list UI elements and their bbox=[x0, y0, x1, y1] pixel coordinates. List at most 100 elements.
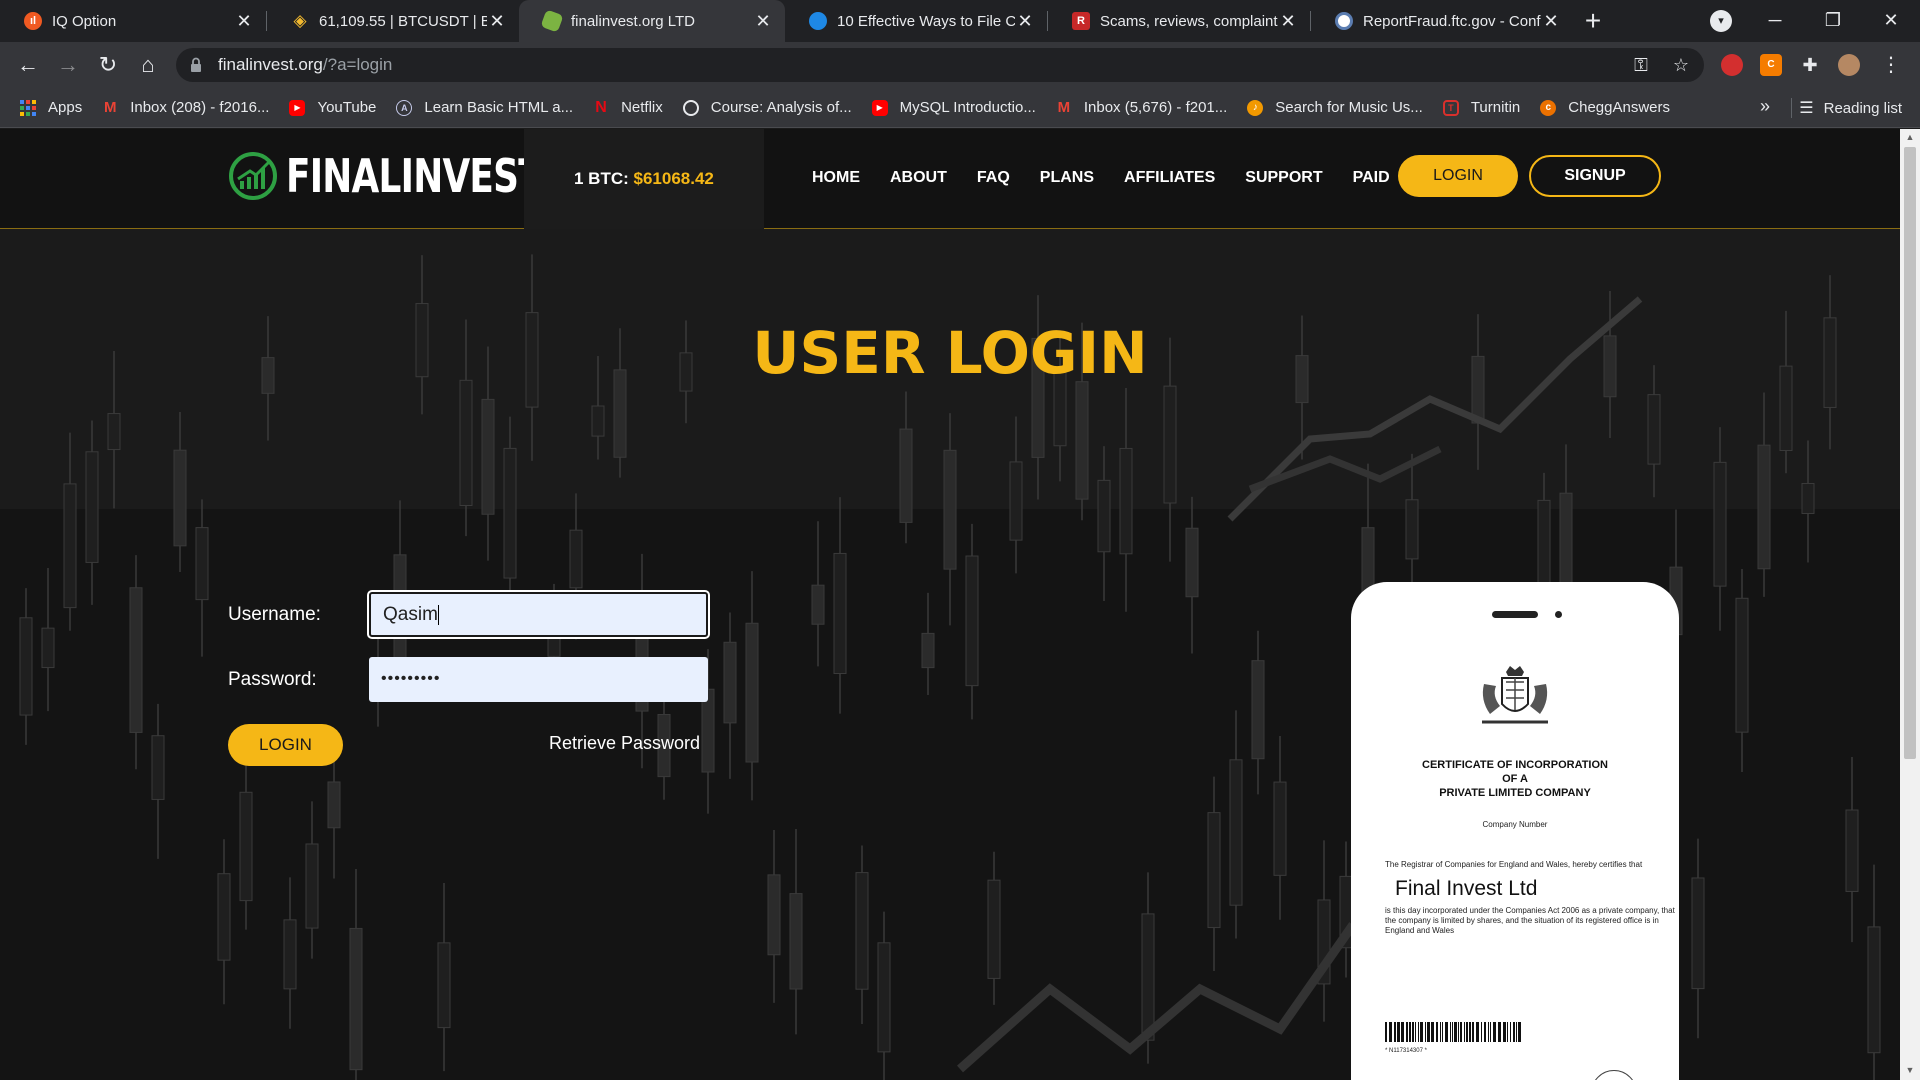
star-bookmark-icon[interactable]: ☆ bbox=[1670, 54, 1692, 76]
password-input[interactable]: ••••••••• bbox=[369, 657, 708, 702]
bookmark-netflix[interactable]: N Netflix bbox=[593, 98, 663, 117]
retrieve-password-link[interactable]: Retrieve Password bbox=[549, 733, 700, 754]
scroll-down-arrow-icon[interactable]: ▼ bbox=[1905, 1065, 1915, 1075]
bookmark-chegg[interactable]: c CheggAnswers bbox=[1540, 99, 1670, 116]
btc-price: $61068.42 bbox=[633, 169, 714, 188]
certificate-title-line: PRIVATE LIMITED COMPANY bbox=[1439, 787, 1591, 799]
new-tab-plus-icon[interactable]: + bbox=[1573, 0, 1613, 42]
close-icon[interactable]: ✕ bbox=[234, 11, 254, 31]
url-text: finalinvest.org/?a=login bbox=[218, 55, 393, 74]
menu-paid[interactable]: PAID bbox=[1353, 169, 1390, 187]
cloud-icon bbox=[809, 12, 827, 30]
a-logo-icon: A bbox=[396, 99, 413, 116]
gmail-icon: M bbox=[1057, 99, 1071, 116]
window-close-icon[interactable]: ✕ bbox=[1862, 0, 1920, 42]
scrollbar-thumb[interactable] bbox=[1904, 147, 1916, 759]
close-icon[interactable]: ✕ bbox=[753, 11, 773, 31]
browser-toolbar: ← → ↻ ⌂ finalinvest.org/?a=login ⚿ ☆ C ✚… bbox=[0, 42, 1920, 88]
official-seal-icon bbox=[1591, 1070, 1637, 1080]
key-icon[interactable]: ⚿ bbox=[1630, 54, 1652, 76]
text-caret bbox=[437, 604, 439, 625]
certificate-title-line: CERTIFICATE OF INCORPORATION bbox=[1422, 759, 1608, 771]
bookmark-turnitin[interactable]: T Turnitin bbox=[1442, 99, 1520, 116]
header-login-button[interactable]: LOGIN bbox=[1398, 155, 1518, 197]
tab-title: IQ Option bbox=[52, 12, 117, 30]
menu-home[interactable]: HOME bbox=[812, 169, 860, 187]
extension-orange-icon[interactable]: C bbox=[1760, 54, 1782, 76]
bookmark-apps[interactable]: Apps bbox=[20, 99, 82, 116]
bookmark-label: CheggAnswers bbox=[1568, 99, 1670, 116]
iq-option-icon: ıl bbox=[24, 12, 42, 30]
netflix-icon: N bbox=[595, 98, 607, 116]
minimize-icon[interactable]: ─ bbox=[1746, 0, 1804, 42]
header-signup-button[interactable]: SIGNUP bbox=[1529, 155, 1661, 197]
kebab-menu-icon[interactable]: ⋮ bbox=[1880, 54, 1902, 76]
bookmark-label: Inbox (208) - f2016... bbox=[130, 99, 270, 116]
bookmarks-bar: Apps M Inbox (208) - f2016... ▶ YouTube AL… bbox=[0, 88, 1920, 128]
vertical-scrollbar[interactable]: ▲ ▼ bbox=[1900, 129, 1920, 1080]
certificate-title-line: OF A bbox=[1502, 773, 1528, 785]
chevron-double-right-icon[interactable]: » bbox=[1760, 96, 1770, 117]
tab-iq-option[interactable]: ıl IQ Option ✕ bbox=[0, 0, 266, 42]
close-icon[interactable]: ✕ bbox=[1278, 11, 1298, 31]
reading-list-icon: ☰ bbox=[1799, 100, 1814, 117]
bookmark-label: Search for Music Us... bbox=[1275, 99, 1423, 116]
close-icon[interactable]: ✕ bbox=[1015, 11, 1035, 31]
username-label: Username: bbox=[228, 604, 321, 625]
registrar-text: The Registrar of Companies for England a… bbox=[1385, 860, 1643, 869]
tab-binance[interactable]: ◈ 61,109.55 | BTCUSDT | Binance ✕ bbox=[267, 0, 519, 42]
tab-finalinvest[interactable]: finalinvest.org LTD ✕ bbox=[519, 0, 785, 42]
tab-complaints[interactable]: 10 Effective Ways to File Complaints ✕ bbox=[785, 0, 1047, 42]
bookmark-music[interactable]: ♪ Search for Music Us... bbox=[1247, 99, 1423, 116]
close-icon[interactable]: ✕ bbox=[1541, 11, 1561, 31]
bookmark-label: Inbox (5,676) - f201... bbox=[1083, 99, 1228, 116]
browser-tab-bar: ıl IQ Option ✕ ◈ 61,109.55 | BTCUSDT | B… bbox=[0, 0, 1920, 42]
address-bar[interactable]: finalinvest.org/?a=login ⚿ ☆ bbox=[176, 48, 1704, 82]
bookmark-mysql[interactable]: ▶ MySQL Introductio... bbox=[871, 99, 1036, 116]
menu-about[interactable]: ABOUT bbox=[890, 169, 947, 187]
password-value: ••••••••• bbox=[381, 670, 441, 687]
forward-arrow-icon[interactable]: → bbox=[54, 51, 82, 79]
tab-title: Scams, reviews, complaints, lawsuits bbox=[1100, 12, 1278, 30]
reload-icon[interactable]: ↻ bbox=[94, 51, 122, 79]
close-icon[interactable]: ✕ bbox=[487, 11, 507, 31]
home-icon[interactable]: ⌂ bbox=[134, 51, 162, 79]
bookmark-label: Learn Basic HTML a... bbox=[424, 99, 574, 116]
tab-title: ReportFraud.ftc.gov - Confirmation bbox=[1363, 12, 1541, 30]
bookmark-course[interactable]: Course: Analysis of... bbox=[682, 99, 852, 116]
btc-label: 1 BTC: bbox=[574, 169, 629, 188]
bookmark-inbox-1[interactable]: M Inbox (208) - f2016... bbox=[102, 99, 270, 116]
tab-scams[interactable]: R Scams, reviews, complaints, lawsuits ✕ bbox=[1048, 0, 1310, 42]
lock-icon bbox=[191, 57, 201, 72]
phone-speaker bbox=[1492, 611, 1538, 618]
logo-text: FINALINVEST bbox=[286, 149, 543, 203]
back-arrow-icon[interactable]: ← bbox=[14, 51, 42, 79]
scroll-up-arrow-icon[interactable]: ▲ bbox=[1905, 132, 1915, 142]
profile-avatar[interactable] bbox=[1838, 54, 1860, 76]
company-number-label: Company Number bbox=[1482, 820, 1548, 829]
bookmark-youtube[interactable]: ▶ YouTube bbox=[289, 99, 376, 116]
reading-list-label: Reading list bbox=[1823, 99, 1902, 117]
username-value: Qasim bbox=[383, 604, 438, 625]
menu-support[interactable]: SUPPORT bbox=[1245, 169, 1322, 187]
username-input[interactable]: Qasim bbox=[367, 590, 710, 639]
extension-red-icon[interactable] bbox=[1721, 54, 1743, 76]
menu-faq[interactable]: FAQ bbox=[977, 169, 1010, 187]
extensions-puzzle-icon[interactable]: ✚ bbox=[1799, 54, 1821, 76]
youtube-icon: ▶ bbox=[289, 99, 306, 116]
bookmark-inbox-2[interactable]: M Inbox (5,676) - f201... bbox=[1056, 99, 1228, 116]
growth-chart-logo-icon bbox=[229, 152, 277, 200]
tab-search-chevron-icon[interactable]: ▾ bbox=[1710, 10, 1732, 32]
bookmark-label: Netflix bbox=[621, 99, 663, 116]
bookmark-learn-html[interactable]: A Learn Basic HTML a... bbox=[396, 99, 573, 116]
page-viewport: FINALINVEST 1 BTC: $61068.42 HOME ABOUT … bbox=[0, 129, 1900, 1080]
restore-icon[interactable]: ❐ bbox=[1804, 0, 1862, 42]
menu-affiliates[interactable]: AFFILIATES bbox=[1124, 169, 1215, 187]
reading-list-button[interactable]: ☰ Reading list bbox=[1799, 88, 1902, 128]
bookmarks-separator bbox=[1791, 98, 1792, 118]
login-submit-button[interactable]: LOGIN bbox=[228, 724, 343, 766]
tab-reportfraud[interactable]: ReportFraud.ftc.gov - Confirmation ✕ bbox=[1311, 0, 1573, 42]
turnitin-icon: T bbox=[1442, 99, 1459, 116]
menu-plans[interactable]: PLANS bbox=[1040, 169, 1094, 187]
certificate-body-text: is this day incorporated under the Compa… bbox=[1385, 906, 1675, 935]
